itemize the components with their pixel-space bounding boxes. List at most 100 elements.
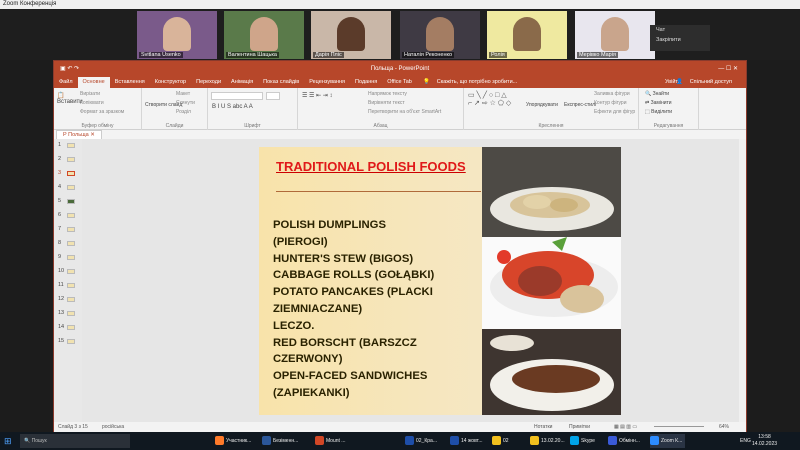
vertical-scrollbar[interactable] xyxy=(739,139,746,422)
slide-thumbnails: 1 2 3 4 5 6 7 8 9 10 11 12 13 14 15 xyxy=(54,139,82,422)
taskbar-search[interactable]: 🔍 Пошук xyxy=(20,434,130,448)
menu-item-pin[interactable]: Закріпити xyxy=(650,35,710,45)
zoom-context-menu: Чат Закріпити xyxy=(650,25,710,51)
tell-me-box[interactable]: 💡 Скажіть, що потрібно зробити... xyxy=(418,77,527,88)
smartart-button[interactable]: Перетворити на об'єкт SmartArt xyxy=(368,109,441,115)
tab-transitions[interactable]: Переходи xyxy=(191,77,226,88)
shape-effects-button[interactable]: Ефекти для фігур xyxy=(594,109,635,115)
tab-office-tab[interactable]: Office Tab xyxy=(382,77,417,88)
view-buttons[interactable]: ▦ ▤ ▥ ▭ xyxy=(614,422,637,432)
tab-slideshow[interactable]: Показ слайдів xyxy=(258,77,304,88)
ppt-title-bar: ▣ ↶ ↷ Польща - PowerPoint — ☐ ✕ xyxy=(54,61,746,77)
font-format-buttons[interactable]: B I U S abc A A xyxy=(212,104,253,110)
notes-button[interactable]: Нотатки xyxy=(534,422,552,432)
current-slide[interactable]: TRADITIONAL POLISH FOODS POLISH DUMPLING… xyxy=(259,147,621,415)
taskbar-app-zoom[interactable]: Zoom К... xyxy=(650,434,686,448)
taskbar-app[interactable]: 13.02.20... xyxy=(530,434,565,448)
select-button[interactable]: ⬚ Виділити xyxy=(645,109,672,115)
tab-file[interactable]: Файл xyxy=(54,77,78,88)
slide-thumbnail[interactable]: 10 xyxy=(58,268,80,274)
ribbon: 📋 Вставити Вирізати Копіювати Формат за з… xyxy=(54,88,746,130)
status-bar: Слайд 3 з 15 російська Нотатки Примітки … xyxy=(54,422,746,432)
participant-tile[interactable]: Ролія xyxy=(487,11,567,59)
font-group: B I U S abc A A Шрифт xyxy=(208,88,298,130)
slide-thumbnail[interactable]: 9 xyxy=(58,254,80,260)
font-label: Шрифт xyxy=(244,123,261,129)
zoom-slider[interactable] xyxy=(654,426,704,427)
ribbon-tabs: Файл Основне Вставлення Конструктор Переходи… xyxy=(54,77,746,88)
taskbar-app[interactable]: Обмінн... xyxy=(608,434,640,448)
layout-button[interactable]: Макет xyxy=(176,91,190,97)
system-clock[interactable]: 13:58 14.02.2023 xyxy=(752,434,777,448)
slides-label: Слайди xyxy=(165,123,184,129)
menu-item-chat[interactable]: Чат xyxy=(650,25,710,35)
slide-title[interactable]: TRADITIONAL POLISH FOODS xyxy=(276,159,476,175)
paste-button[interactable]: 📋 Вставити xyxy=(57,92,83,105)
list-buttons[interactable]: ☰ ☰ ⇤ ⇥ ↕ xyxy=(302,92,332,99)
comments-button[interactable]: Примітки xyxy=(569,422,590,432)
font-name-box[interactable] xyxy=(211,92,263,100)
slide-thumbnail[interactable]: 7 xyxy=(58,226,80,232)
taskbar-app[interactable]: Skype xyxy=(570,434,595,448)
taskbar-app[interactable]: 14 жовт... xyxy=(450,434,483,448)
taskbar-app[interactable]: Безіменн... xyxy=(262,434,298,448)
replace-button[interactable]: ⇄ Замінити xyxy=(645,100,672,106)
quick-styles-button[interactable]: Експрес-стилі xyxy=(564,102,596,108)
tab-design[interactable]: Конструктор xyxy=(150,77,191,88)
format-painter-button[interactable]: Формат за зразком xyxy=(80,109,124,115)
taskbar-app[interactable]: 02_Кра... xyxy=(405,434,437,448)
participant-tile[interactable]: Наталія Реконенко xyxy=(400,11,480,59)
shapes-gallery[interactable]: ▭ ╲ ╱ ○ □ △ ⌐ ↗ ⇨ ☆ ⬠ ◇ xyxy=(468,91,511,107)
start-icon[interactable]: ⊞ xyxy=(4,434,12,448)
slide-thumbnail[interactable]: 8 xyxy=(58,240,80,246)
food-photos xyxy=(482,147,621,415)
taskbar-app[interactable]: Mount ... xyxy=(315,434,345,448)
slide-thumbnail[interactable]: 14 xyxy=(58,324,80,330)
slide-thumbnail[interactable]: 4 xyxy=(58,184,80,190)
shape-outline-button[interactable]: Контур фігури xyxy=(594,100,626,106)
share-button[interactable]: 👤 Спільний доступ xyxy=(671,77,742,88)
align-text-button[interactable]: Вирівняти текст xyxy=(368,100,405,106)
slide-thumbnail[interactable]: 5 xyxy=(58,198,80,204)
cut-button[interactable]: Вирізати xyxy=(80,91,100,97)
participant-tile[interactable]: Svitlana Usenko xyxy=(137,11,217,59)
tab-animations[interactable]: Анімація xyxy=(226,77,258,88)
slide-thumbnail[interactable]: 11 xyxy=(58,282,80,288)
title-underline xyxy=(276,191,481,192)
language-indicator[interactable]: ENG xyxy=(740,434,751,448)
slide-thumbnail[interactable]: 1 xyxy=(58,142,80,148)
find-button[interactable]: 🔍 Знайти xyxy=(645,91,669,97)
slide-thumbnail[interactable]: 12 xyxy=(58,296,80,302)
copy-button[interactable]: Копіювати xyxy=(80,100,104,106)
taskbar-app[interactable]: Участник... xyxy=(215,434,251,448)
participant-tile[interactable]: Дарія Пліс xyxy=(311,11,391,59)
clipboard-label: Буфер обміну xyxy=(81,123,114,129)
language-indicator[interactable]: російська xyxy=(102,422,124,432)
tab-insert[interactable]: Вставлення xyxy=(110,77,150,88)
slide-thumbnail[interactable]: 6 xyxy=(58,212,80,218)
zoom-level[interactable]: 64% xyxy=(719,422,729,432)
reset-button[interactable]: Скинути xyxy=(176,100,195,106)
zoom-title: Zoom Конференція xyxy=(3,1,57,7)
participant-tile[interactable]: Мерівко Марія xyxy=(575,11,655,59)
slide-thumbnail[interactable]: 13 xyxy=(58,310,80,316)
arrange-button[interactable]: Упорядкувати xyxy=(526,102,558,108)
window-controls[interactable]: — ☐ ✕ xyxy=(718,61,738,77)
slide-thumbnail[interactable]: 2 xyxy=(58,156,80,162)
powerpoint-window: ▣ ↶ ↷ Польща - PowerPoint — ☐ ✕ Файл Осно… xyxy=(53,60,747,432)
slide-body-text[interactable]: POLISH DUMPLINGS (PIEROGI) HUNTER'S STEW… xyxy=(273,217,478,402)
editing-label: Редагування xyxy=(653,123,684,129)
section-tab-bar: P Польща ✕ xyxy=(54,130,746,140)
shape-fill-button[interactable]: Заливка фігури xyxy=(594,91,630,97)
tab-review[interactable]: Рецензування xyxy=(304,77,350,88)
slide-thumbnail[interactable]: 15 xyxy=(58,338,80,344)
participant-tile[interactable]: Валентина Шацька xyxy=(224,11,304,59)
slide-thumbnail-active[interactable]: 3 xyxy=(58,170,80,176)
ppt-title: Польща - PowerPoint xyxy=(370,66,430,72)
taskbar-app[interactable]: 02 xyxy=(492,434,509,448)
tab-view[interactable]: Подання xyxy=(350,77,382,88)
font-size-box[interactable] xyxy=(266,92,280,100)
tab-home[interactable]: Основне xyxy=(77,77,110,88)
text-direction-button[interactable]: Напрямок тексту xyxy=(368,91,407,97)
section-button[interactable]: Розділ xyxy=(176,109,191,115)
